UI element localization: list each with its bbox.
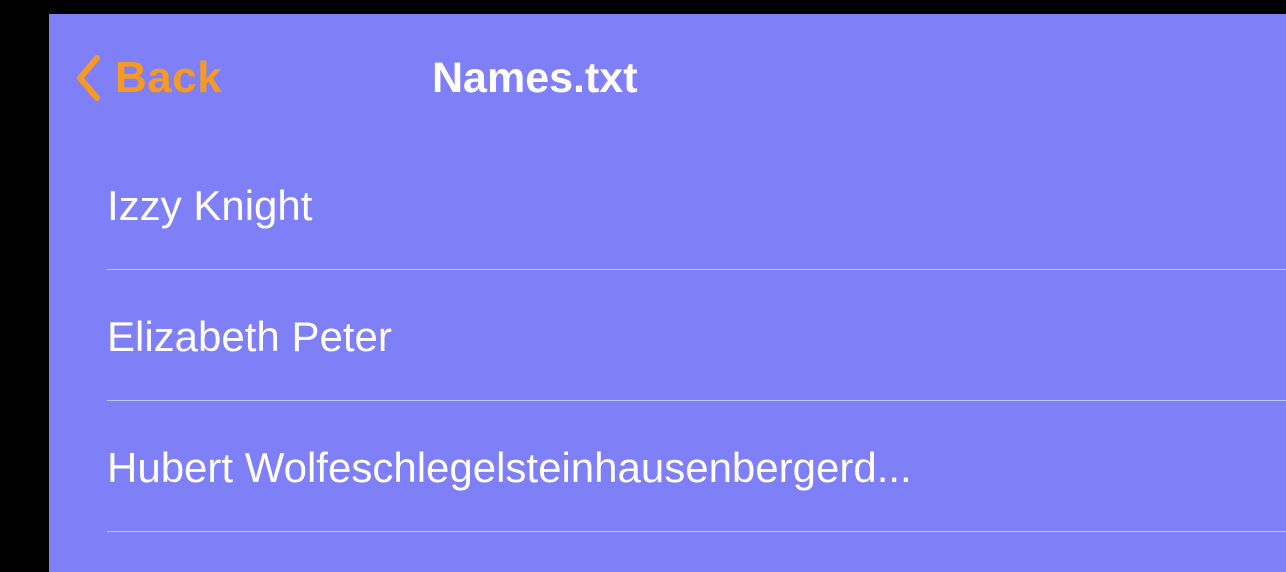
list-item-label: Hubert Wolfeschlegelsteinhausenbergerd..…	[107, 444, 912, 491]
back-button[interactable]: Back	[75, 50, 222, 106]
names-list: Izzy Knight Elizabeth Peter Hubert Wolfe…	[49, 139, 1286, 532]
page-title: Names.txt	[432, 54, 638, 102]
list-item[interactable]: Izzy Knight	[49, 139, 1286, 270]
app-screen: Back Names.txt Izzy Knight Elizabeth Pet…	[49, 14, 1286, 572]
list-item[interactable]: Hubert Wolfeschlegelsteinhausenbergerd..…	[49, 401, 1286, 532]
list-item-label: Elizabeth Peter	[107, 313, 392, 360]
back-label: Back	[115, 53, 223, 102]
list-item[interactable]: Elizabeth Peter	[49, 270, 1286, 401]
list-item-label: Izzy Knight	[107, 182, 313, 229]
navigation-bar: Back Names.txt	[49, 14, 1286, 139]
chevron-left-icon	[77, 55, 100, 101]
row-separator	[107, 531, 1286, 532]
